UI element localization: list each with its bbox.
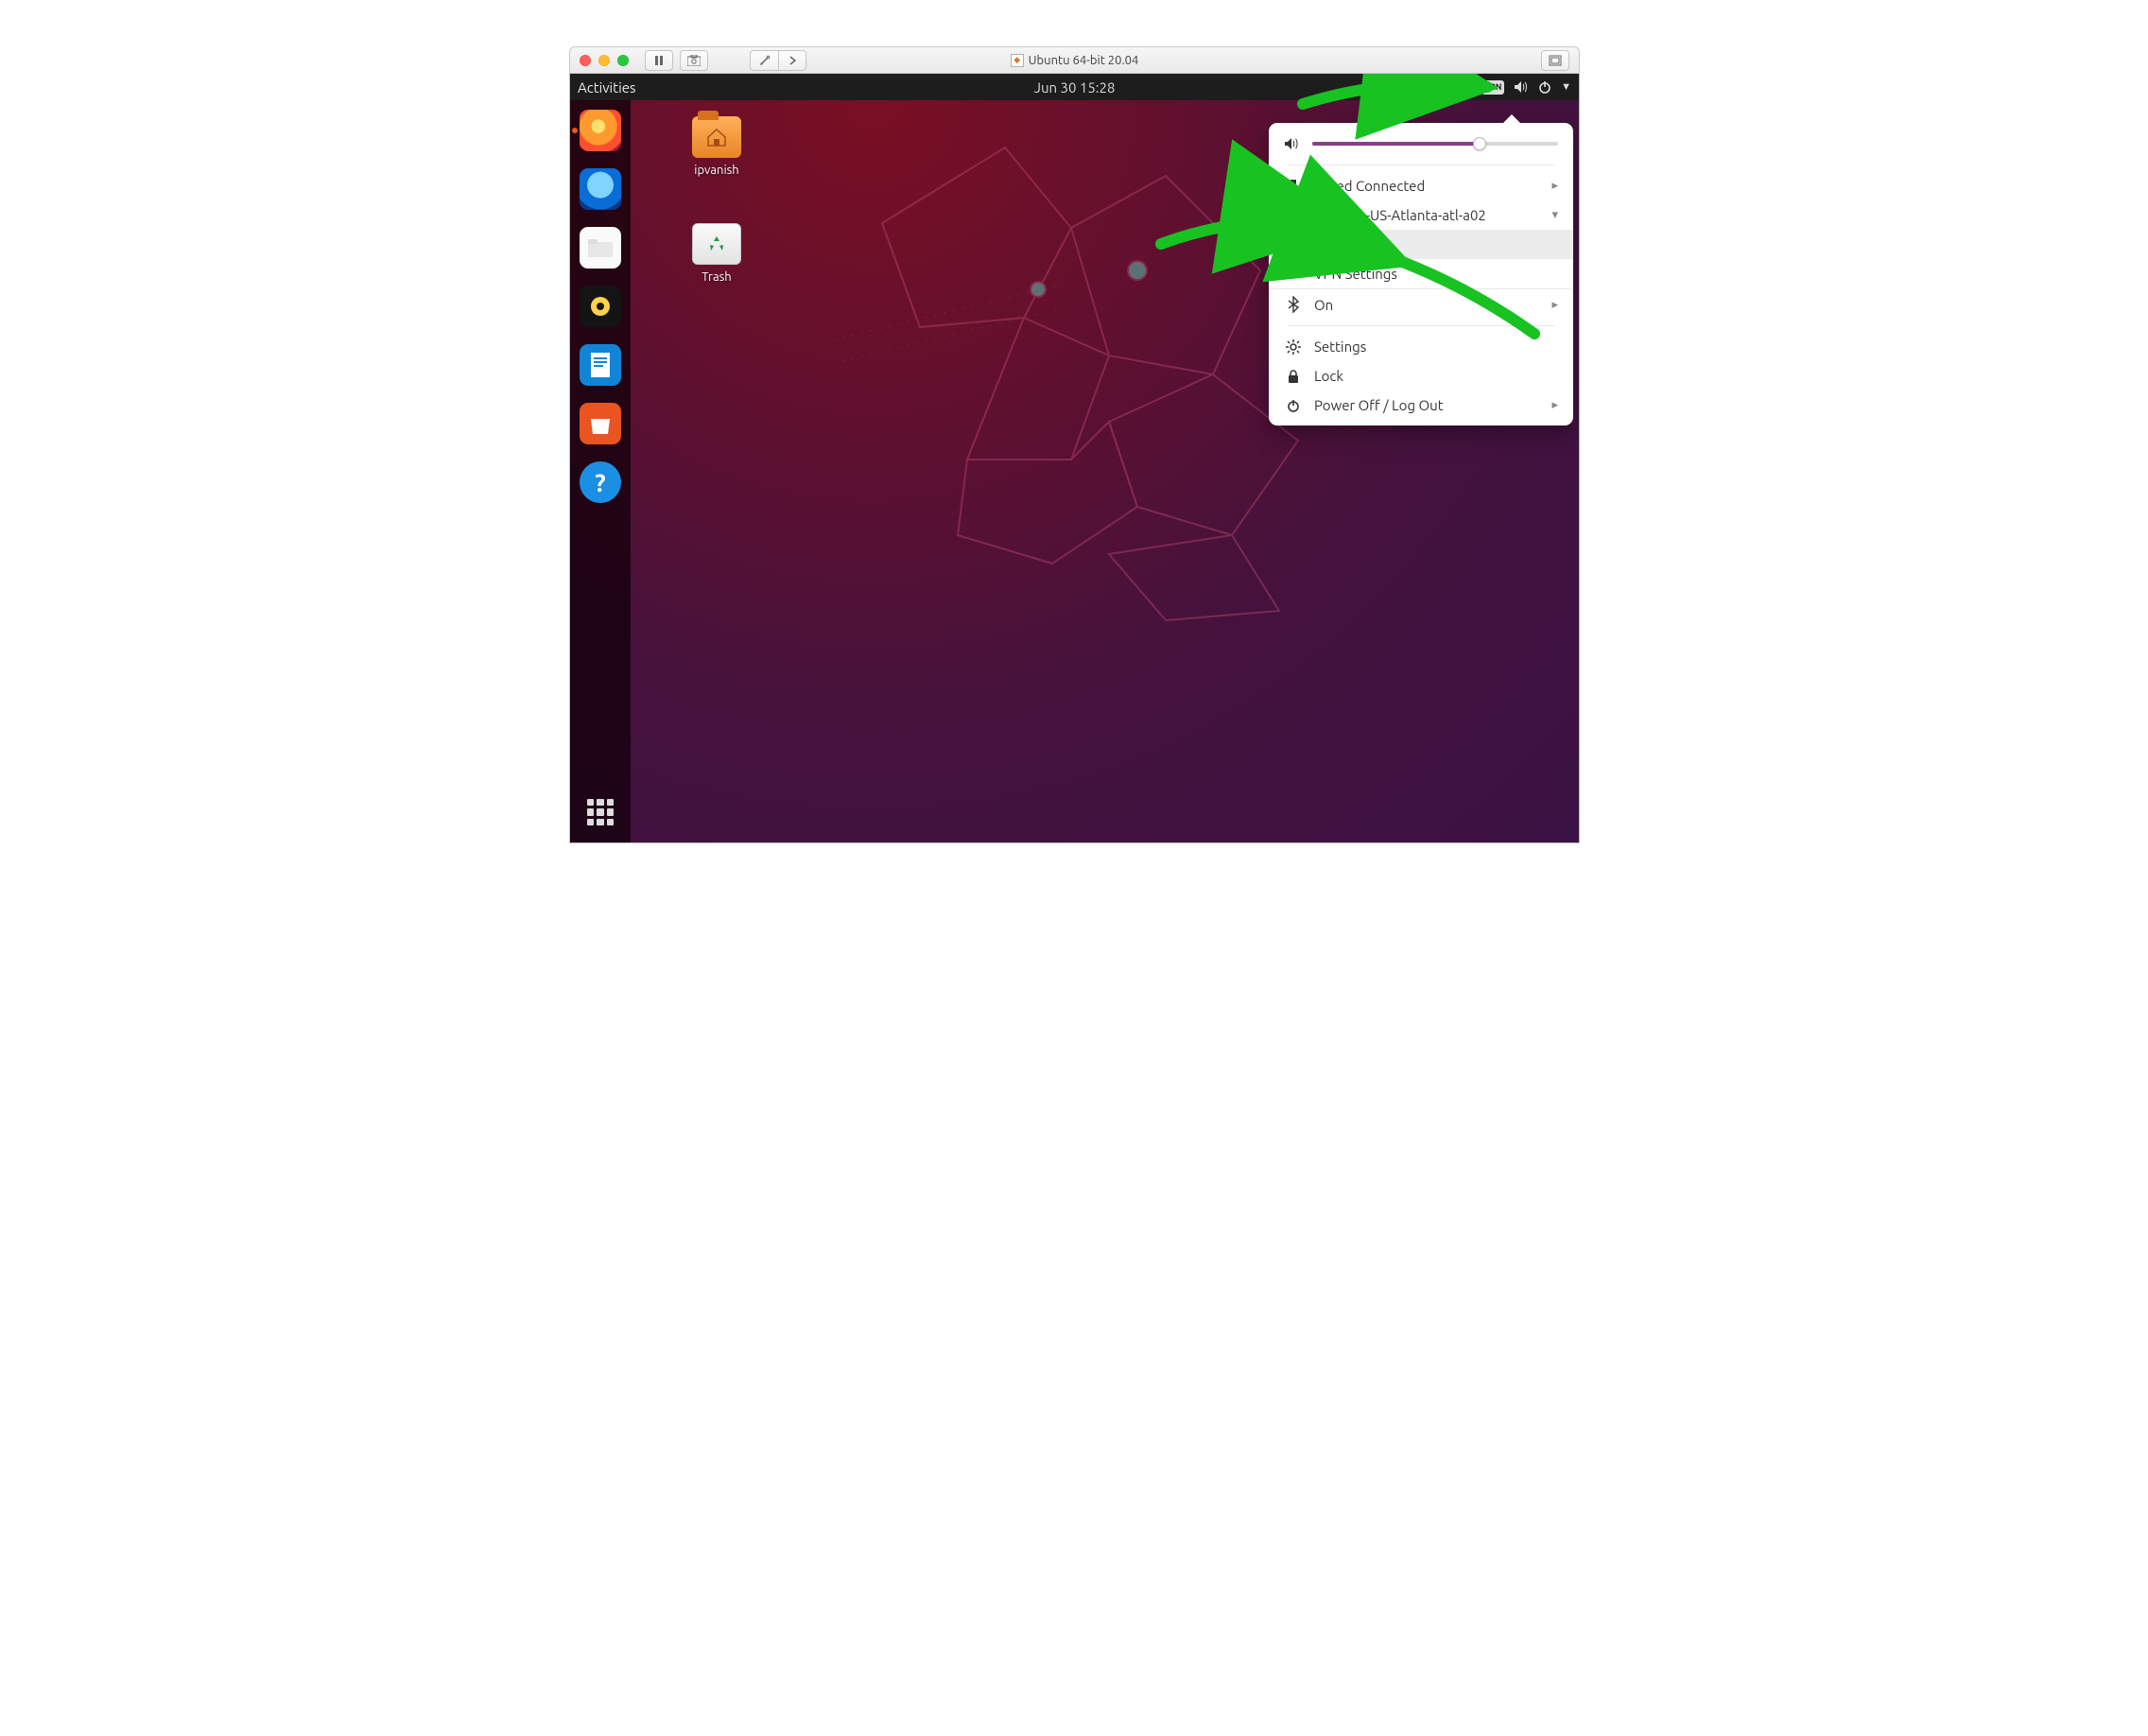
menu-vpn[interactable]: VPN ipvanish-US-Atlanta-atl-a02 ▾ bbox=[1269, 200, 1573, 230]
vm-settings-menu-button[interactable] bbox=[778, 50, 806, 71]
dock-files[interactable] bbox=[580, 227, 621, 269]
document-icon bbox=[588, 351, 613, 379]
menu-vpn-settings[interactable]: VPN Settings bbox=[1269, 259, 1573, 288]
vm-doc-icon: ◆ bbox=[1011, 54, 1024, 67]
shopping-bag-icon bbox=[586, 411, 615, 436]
vm-settings-group bbox=[750, 50, 806, 71]
menu-vpn-label: ipvanish-US-Atlanta-atl-a02 bbox=[1314, 207, 1540, 223]
volume-slider[interactable] bbox=[1312, 142, 1558, 146]
dock-rhythmbox[interactable] bbox=[580, 286, 621, 327]
menu-vpn-turn-off-label: Turn Off bbox=[1314, 236, 1558, 252]
vm-settings-button[interactable] bbox=[750, 50, 778, 71]
home-icon bbox=[692, 116, 741, 158]
zoom-window-dot[interactable] bbox=[617, 55, 629, 66]
chevron-down-icon: ▼ bbox=[1561, 81, 1571, 93]
menu-wired[interactable]: Wired Connected ▸ bbox=[1269, 171, 1573, 200]
system-status-area[interactable]: VPN ▼ bbox=[1455, 80, 1571, 95]
menu-lock-label: Lock bbox=[1314, 368, 1558, 384]
menu-lock[interactable]: Lock bbox=[1269, 361, 1573, 391]
vm-window-title: ◆ Ubuntu 64-bit 20.04 bbox=[570, 54, 1579, 67]
show-applications-button[interactable] bbox=[570, 799, 631, 825]
speaker-icon bbox=[587, 293, 614, 320]
network-wired-icon bbox=[1455, 80, 1472, 94]
volume-icon bbox=[1284, 136, 1301, 151]
pause-vm-button[interactable] bbox=[645, 50, 673, 71]
menu-vpn-turn-off[interactable]: Turn Off bbox=[1269, 230, 1573, 259]
chevron-right-icon: ▸ bbox=[1551, 398, 1558, 412]
desktop-folder-ipvanish[interactable]: ipvanish bbox=[674, 116, 759, 177]
close-window-dot[interactable] bbox=[580, 55, 591, 66]
power-icon bbox=[1538, 80, 1551, 94]
chevron-right-icon: ▸ bbox=[1551, 298, 1558, 312]
activities-button[interactable]: Activities bbox=[578, 79, 636, 95]
dock-active-indicator bbox=[572, 128, 578, 133]
vm-host-toolbar: ◆ Ubuntu 64-bit 20.04 bbox=[569, 46, 1580, 74]
menu-power-label: Power Off / Log Out bbox=[1314, 397, 1540, 413]
gear-icon bbox=[1284, 339, 1303, 355]
system-menu-popover: Wired Connected ▸ VPN ipvanish-US-Atlant… bbox=[1269, 123, 1573, 425]
menu-wired-label: Wired Connected bbox=[1314, 178, 1540, 194]
power-icon bbox=[1284, 399, 1303, 412]
clock[interactable]: Jun 30 15:28 bbox=[570, 79, 1579, 95]
menu-settings-label: Settings bbox=[1314, 339, 1558, 355]
menu-vpn-settings-label: VPN Settings bbox=[1314, 266, 1558, 282]
window-traffic-lights[interactable] bbox=[580, 55, 629, 66]
volume-icon bbox=[1514, 80, 1529, 94]
chevron-right-icon: ▸ bbox=[1551, 179, 1558, 193]
snapshot-button[interactable] bbox=[680, 50, 708, 71]
volume-slider-row bbox=[1269, 123, 1573, 159]
vpn-status-icon: VPN bbox=[1481, 80, 1504, 95]
dock-libreoffice-writer[interactable] bbox=[580, 344, 621, 386]
minimize-window-dot[interactable] bbox=[598, 55, 610, 66]
question-icon: ? bbox=[595, 469, 605, 496]
dock-firefox[interactable] bbox=[580, 110, 621, 151]
desktop-trash-label: Trash bbox=[674, 270, 759, 284]
menu-power[interactable]: Power Off / Log Out ▸ bbox=[1269, 391, 1573, 420]
folder-icon bbox=[587, 237, 614, 258]
ubuntu-vm-screen: Activities Jun 30 15:28 VPN ▼ bbox=[569, 74, 1580, 843]
menu-bluetooth-label: On bbox=[1314, 297, 1540, 313]
chevron-down-icon: ▾ bbox=[1551, 208, 1558, 222]
ubuntu-dock: ? bbox=[570, 100, 631, 842]
network-wired-icon bbox=[1284, 180, 1303, 193]
gnome-top-bar: Activities Jun 30 15:28 VPN ▼ bbox=[570, 74, 1579, 100]
desktop-folder-label: ipvanish bbox=[674, 164, 759, 177]
lock-icon bbox=[1284, 369, 1303, 384]
menu-settings[interactable]: Settings bbox=[1269, 332, 1573, 361]
vpn-badge-icon: VPN bbox=[1284, 209, 1303, 222]
fullscreen-button[interactable] bbox=[1541, 50, 1569, 71]
menu-bluetooth[interactable]: On ▸ bbox=[1269, 288, 1573, 320]
dock-ubuntu-software[interactable] bbox=[580, 403, 621, 444]
dock-thunderbird[interactable] bbox=[580, 168, 621, 210]
recycle-icon bbox=[706, 234, 727, 254]
vm-window-title-text: Ubuntu 64-bit 20.04 bbox=[1029, 54, 1139, 67]
bluetooth-icon bbox=[1284, 296, 1303, 313]
desktop-trash[interactable]: Trash bbox=[674, 223, 759, 284]
dock-help[interactable]: ? bbox=[580, 461, 621, 503]
